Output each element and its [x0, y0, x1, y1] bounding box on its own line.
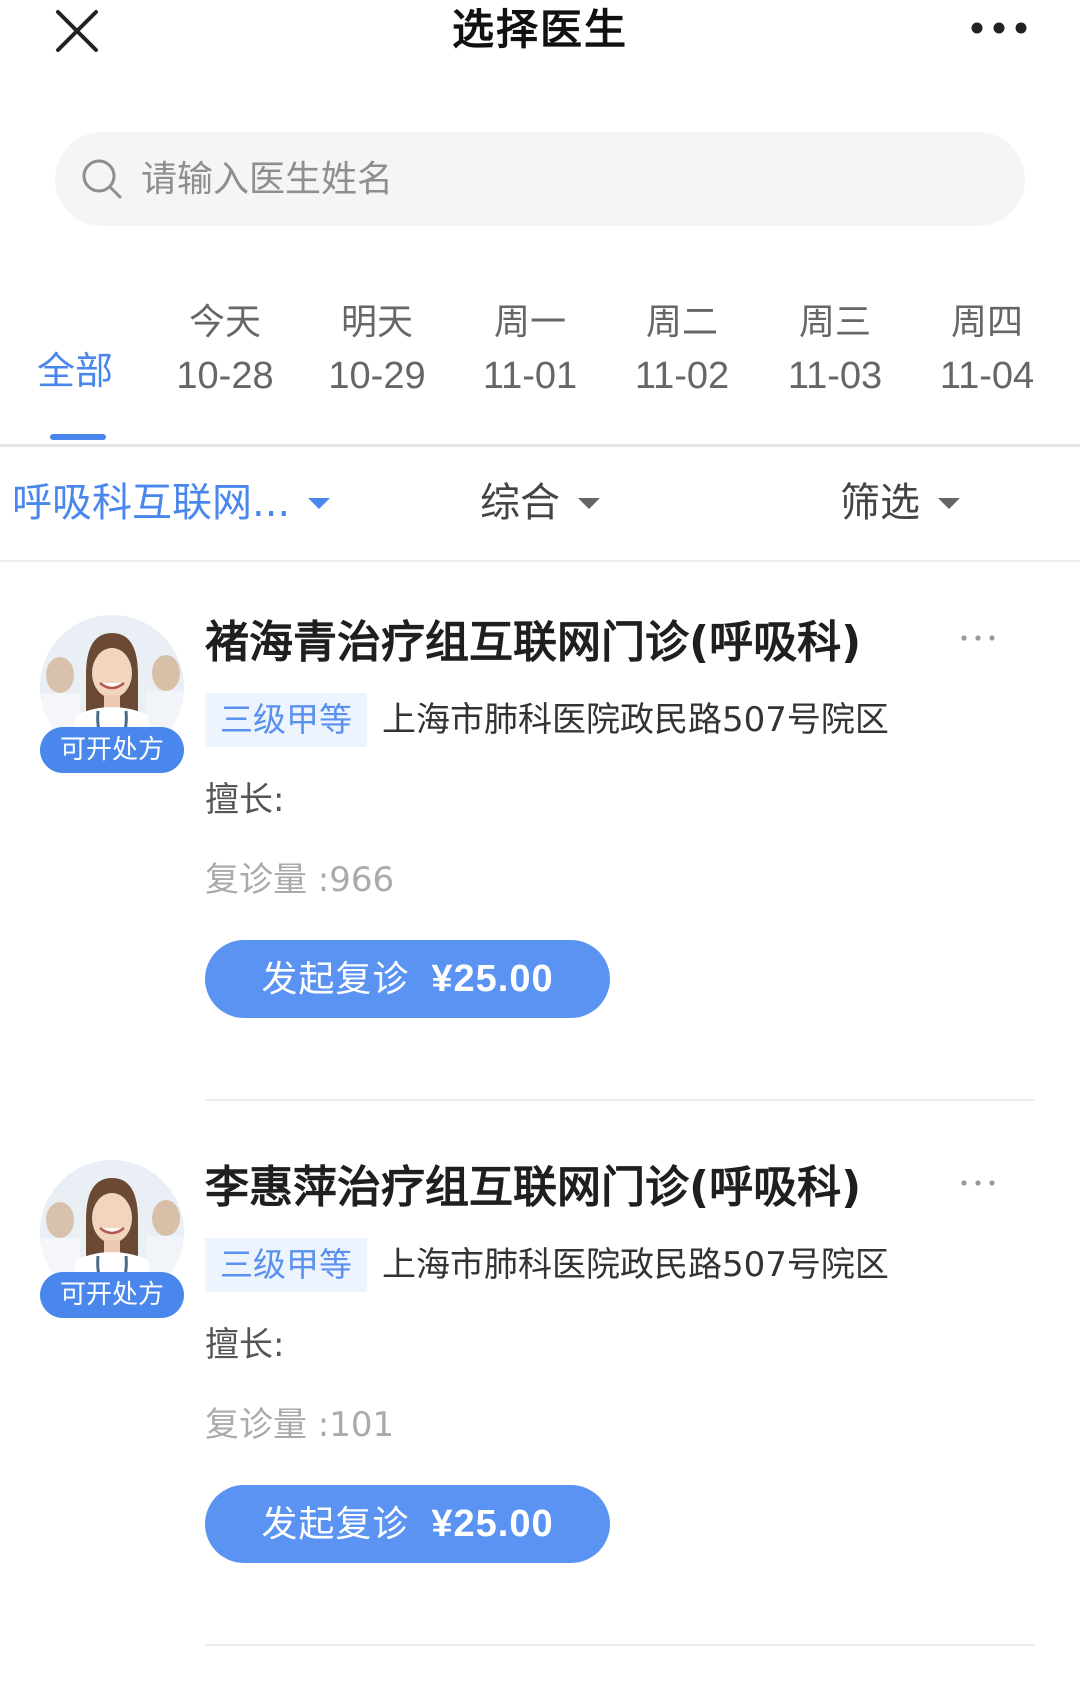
screen-filter[interactable]: 筛选	[840, 447, 960, 559]
department-filter[interactable]: 呼吸科互联网...	[12, 447, 331, 559]
specialty-label: 擅长:	[205, 780, 285, 820]
page-title: 选择医生	[451, 5, 628, 54]
tab-monday[interactable]: 周一 11-01	[465, 300, 595, 445]
start-revisit-button[interactable]: 发起复诊 ¥25.00	[205, 1485, 610, 1563]
divider	[205, 1099, 1035, 1101]
date-tabs: 全部 今天 10-28 明天 10-29 周一 11-01 周二 11-02 周…	[0, 300, 1080, 445]
more-horizontal-icon[interactable]	[958, 1168, 998, 1198]
start-revisit-label: 发起复诊	[261, 1504, 410, 1545]
tab-label: 全部	[36, 349, 113, 393]
doctor-avatar: 可开处方	[40, 1160, 184, 1318]
tab-thursday[interactable]: 周四 11-04	[922, 300, 1052, 445]
search-input[interactable]	[141, 132, 981, 226]
prescription-badge: 可开处方	[40, 1272, 184, 1318]
tab-label: 周四	[950, 302, 1023, 343]
screen-filter-label: 筛选	[840, 480, 920, 526]
hospital-level-tag: 三级甲等	[205, 1238, 367, 1292]
doctor-name: 李惠萍治疗组互联网门诊(呼吸科)	[205, 1162, 862, 1213]
doctor-avatar: 可开处方	[40, 615, 184, 773]
revisit-count: 复诊量 :101	[205, 1400, 394, 1450]
tab-label: 周一	[493, 302, 566, 343]
hospital-level-tag: 三级甲等	[205, 693, 367, 747]
department-filter-label: 呼吸科互联网...	[12, 480, 291, 526]
tab-date: 11-04	[939, 355, 1035, 397]
hospital-name: 上海市肺科医院政民路507号院区	[382, 700, 889, 740]
price: ¥25.00	[431, 1503, 554, 1545]
hospital-name: 上海市肺科医院政民路507号院区	[382, 1245, 889, 1285]
tab-date: 11-02	[634, 355, 730, 397]
caret-down-icon	[578, 497, 600, 509]
tab-tuesday[interactable]: 周二 11-02	[617, 300, 747, 445]
more-horizontal-icon[interactable]	[958, 623, 998, 653]
doctor-card[interactable]: 可开处方 褚海青治疗组互联网门诊(呼吸科) 三级甲等 上海市肺科医院政民路507…	[0, 565, 1080, 1110]
tab-date: 10-29	[328, 355, 426, 397]
tab-tomorrow[interactable]: 明天 10-29	[312, 300, 442, 445]
price: ¥25.00	[431, 958, 554, 1000]
divider	[205, 1644, 1035, 1646]
filter-bar: 呼吸科互联网... 综合 筛选	[0, 447, 1080, 562]
search-bar[interactable]	[55, 132, 1025, 226]
tab-date: 11-01	[482, 355, 578, 397]
prescription-badge: 可开处方	[40, 727, 184, 773]
doctor-card[interactable]: 可开处方 李惠萍治疗组互联网门诊(呼吸科) 三级甲等 上海市肺科医院政民路507…	[0, 1110, 1080, 1655]
header: 选择医生	[0, 0, 1080, 72]
tab-today[interactable]: 今天 10-28	[160, 300, 290, 445]
start-revisit-label: 发起复诊	[261, 959, 410, 1000]
revisit-count-value: :101	[307, 1405, 395, 1445]
tab-all[interactable]: 全部	[20, 300, 130, 445]
sort-filter-label: 综合	[480, 480, 560, 526]
tab-date: 10-28	[176, 355, 274, 397]
search-icon	[80, 157, 124, 201]
caret-down-icon	[308, 497, 331, 509]
caret-down-icon	[938, 497, 960, 509]
revisit-count-label: 复诊量	[205, 860, 307, 900]
tab-label: 今天	[188, 302, 261, 343]
more-horizontal-icon[interactable]	[968, 14, 1030, 42]
sort-filter[interactable]: 综合	[480, 447, 600, 559]
revisit-count-value: :966	[307, 860, 395, 900]
tab-date: 11-03	[787, 355, 883, 397]
tab-active-indicator	[50, 434, 106, 440]
start-revisit-button[interactable]: 发起复诊 ¥25.00	[205, 940, 610, 1018]
specialty-label: 擅长:	[205, 1325, 285, 1365]
tab-label: 明天	[340, 302, 413, 343]
tab-label: 周三	[798, 302, 871, 343]
tab-wednesday[interactable]: 周三 11-03	[770, 300, 900, 445]
doctor-name: 褚海青治疗组互联网门诊(呼吸科)	[205, 617, 862, 668]
revisit-count-label: 复诊量	[205, 1405, 307, 1445]
tab-label: 周二	[645, 302, 718, 343]
revisit-count: 复诊量 :966	[205, 855, 394, 905]
